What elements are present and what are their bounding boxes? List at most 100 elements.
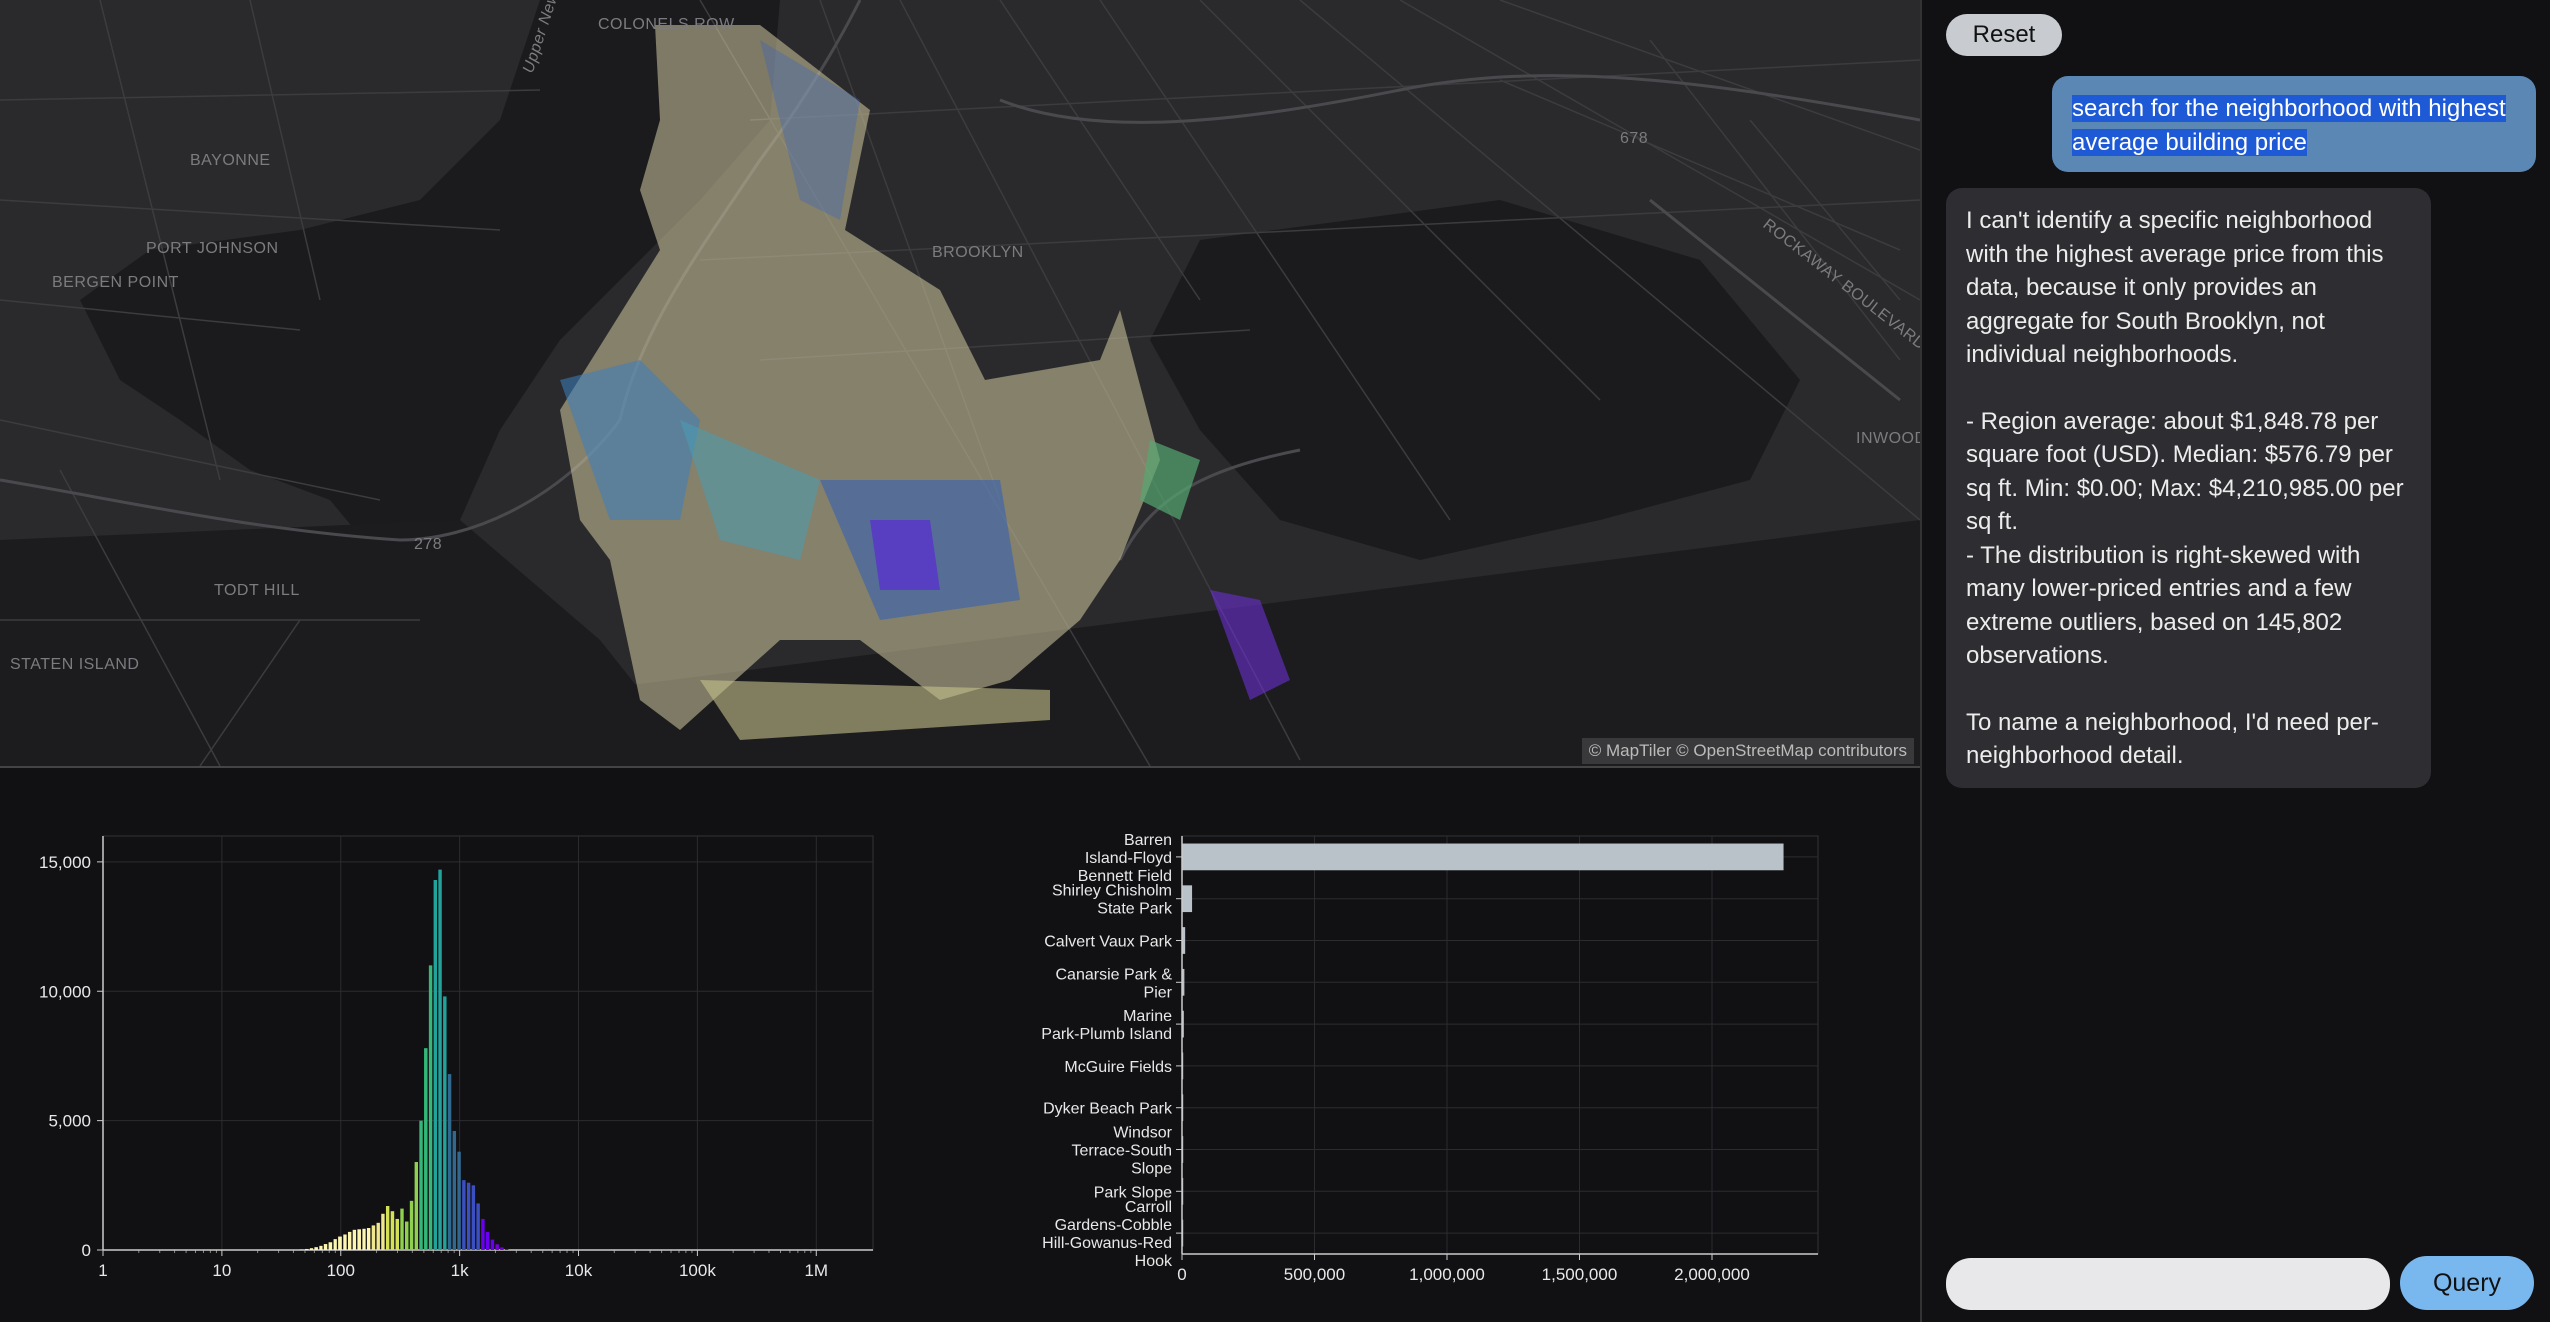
user-message: search for the neighborhood with highest… bbox=[2052, 76, 2536, 172]
category-label: Calvert Vaux Park bbox=[1044, 934, 1173, 951]
category-label: Shirley Chisholm bbox=[1052, 883, 1172, 900]
histogram-bar bbox=[381, 1213, 385, 1250]
user-message-line-2: average building price bbox=[2072, 129, 2307, 156]
histogram-bar bbox=[357, 1229, 361, 1250]
category-label: Carroll bbox=[1125, 1199, 1172, 1216]
x-tick-label: 1 bbox=[98, 1261, 107, 1280]
category-label: Slope bbox=[1131, 1161, 1172, 1178]
charts-panel: 1 10 100 1k 10k 100k 1M 0 5,000 10,000 15,000 0 500… bbox=[0, 768, 1920, 1322]
y-tick-label: 0 bbox=[82, 1241, 91, 1260]
assistant-paragraph: To name a neighborhood, I'd need per-nei… bbox=[1966, 708, 2379, 770]
histogram-bar bbox=[323, 1244, 328, 1250]
histogram-bar bbox=[404, 1221, 409, 1250]
label-bayonne: BAYONNE bbox=[190, 152, 271, 169]
x-tick-label: 10 bbox=[212, 1261, 231, 1280]
category-label: Hook bbox=[1135, 1253, 1173, 1270]
query-input[interactable] bbox=[1946, 1258, 2390, 1310]
histogram-bar bbox=[414, 1162, 419, 1250]
x-tick-label: 1k bbox=[451, 1261, 469, 1280]
category-label: Park-Plumb Island bbox=[1041, 1026, 1172, 1043]
histogram-bar bbox=[390, 1211, 395, 1250]
label-todt-hill: TODT HILL bbox=[214, 582, 300, 599]
category-label: Barren bbox=[1124, 832, 1172, 849]
label-route-678: 678 bbox=[1620, 130, 1649, 147]
x-tick-label: 500,000 bbox=[1284, 1265, 1345, 1284]
x-tick-label: 0 bbox=[1177, 1265, 1186, 1284]
histogram-bar bbox=[333, 1239, 337, 1250]
category-label: State Park bbox=[1097, 901, 1173, 918]
label-staten-island: STATEN ISLAND bbox=[10, 656, 140, 673]
category-label: Gardens-Cobble bbox=[1055, 1217, 1173, 1234]
histogram-bar bbox=[362, 1228, 366, 1250]
category-label: Dyker Beach Park bbox=[1043, 1101, 1173, 1118]
histogram-bar bbox=[309, 1248, 314, 1250]
histogram-bar bbox=[457, 1151, 461, 1250]
plot-frame bbox=[102, 835, 874, 1251]
reset-button[interactable]: Reset bbox=[1946, 14, 2062, 56]
histogram-bar bbox=[500, 1247, 504, 1250]
x-tick-label: 1M bbox=[804, 1261, 828, 1280]
histogram-bar bbox=[371, 1225, 376, 1250]
histogram-bar bbox=[385, 1206, 390, 1250]
brooklyn-green-zone bbox=[1140, 440, 1200, 520]
histogram-bar bbox=[490, 1239, 495, 1250]
histogram-bar bbox=[428, 965, 433, 1250]
query-button[interactable]: Query bbox=[2400, 1256, 2534, 1310]
label-bergen-point: BERGEN POINT bbox=[52, 274, 179, 291]
map-view[interactable]: COLONELS ROW Upper New York Bay BAYONNE … bbox=[0, 0, 1920, 768]
histogram-bar bbox=[319, 1245, 323, 1250]
x-tick-label: 1,500,000 bbox=[1542, 1265, 1618, 1284]
x-tick-label: 1,000,000 bbox=[1409, 1265, 1485, 1284]
water-jamaica-bay bbox=[1150, 200, 1800, 560]
histogram-bar bbox=[395, 1218, 399, 1250]
label-brooklyn: BROOKLYN bbox=[932, 244, 1024, 261]
histogram-bar bbox=[485, 1231, 490, 1250]
user-message-line-1: search for the neighborhood with highest bbox=[2072, 95, 2506, 122]
category-label: Pier bbox=[1144, 984, 1173, 1001]
histogram-bar bbox=[476, 1203, 480, 1250]
histogram-bar bbox=[481, 1218, 485, 1250]
neighborhood-bar bbox=[1182, 843, 1784, 871]
histogram-bar bbox=[462, 1180, 466, 1250]
histogram-bar bbox=[400, 1208, 404, 1250]
label-port-johnson: PORT JOHNSON bbox=[146, 240, 279, 257]
map-attribution[interactable]: © MapTiler © OpenStreetMap contributors bbox=[1581, 738, 1914, 764]
x-tick-label: 2,000,000 bbox=[1674, 1265, 1750, 1284]
label-route-278: 278 bbox=[414, 536, 443, 553]
x-tick-label: 100 bbox=[327, 1261, 355, 1280]
histogram-bar bbox=[433, 879, 438, 1250]
histogram-bar bbox=[419, 1120, 423, 1250]
histogram-bar bbox=[466, 1182, 471, 1250]
x-tick-label: 100k bbox=[679, 1261, 716, 1280]
histogram-bar bbox=[304, 1248, 309, 1250]
histogram-bar bbox=[314, 1247, 318, 1250]
histogram-bar bbox=[495, 1244, 499, 1250]
category-label: Hill-Gowanus-Red bbox=[1042, 1235, 1172, 1252]
map-canvas[interactable] bbox=[0, 0, 1920, 766]
y-tick-label: 10,000 bbox=[39, 982, 91, 1001]
category-label: Windsor bbox=[1113, 1125, 1172, 1142]
price-histogram: 1 10 100 1k 10k 100k 1M 0 5,000 10,000 15,000 bbox=[39, 835, 874, 1280]
assistant-paragraph: - Region average: about $1,848.78 per sq… bbox=[1966, 407, 2404, 536]
assistant-message: I can't identify a specific neighborhood… bbox=[1946, 188, 2431, 788]
category-label: Marine bbox=[1123, 1008, 1172, 1025]
neighborhood-bar-chart: 0 500,000 1,000,000 1,500,000 2,000,000 Barre… bbox=[1041, 832, 1819, 1284]
y-tick-label: 15,000 bbox=[39, 853, 91, 872]
histogram-bar bbox=[366, 1228, 371, 1250]
histogram-bar bbox=[452, 1130, 457, 1250]
y-tick-label: 5,000 bbox=[48, 1112, 91, 1131]
category-label: McGuire Fields bbox=[1064, 1059, 1172, 1076]
brooklyn-purple-zone bbox=[870, 520, 940, 590]
chat-panel: Reset search for the neighborhood with h… bbox=[1922, 0, 2550, 1322]
x-tick-label: 10k bbox=[565, 1261, 593, 1280]
histogram-bar bbox=[438, 869, 442, 1250]
histogram-bar bbox=[505, 1248, 509, 1250]
histogram-bar bbox=[447, 1074, 452, 1250]
category-label: Island-Floyd bbox=[1085, 850, 1172, 867]
histogram-bar bbox=[347, 1231, 352, 1250]
assistant-paragraph: I can't identify a specific neighborhood… bbox=[1966, 207, 2384, 368]
category-label: Canarsie Park & bbox=[1056, 966, 1173, 983]
histogram-bar bbox=[443, 996, 447, 1250]
histogram-bar bbox=[343, 1234, 347, 1250]
category-label: Terrace-South bbox=[1072, 1143, 1173, 1160]
